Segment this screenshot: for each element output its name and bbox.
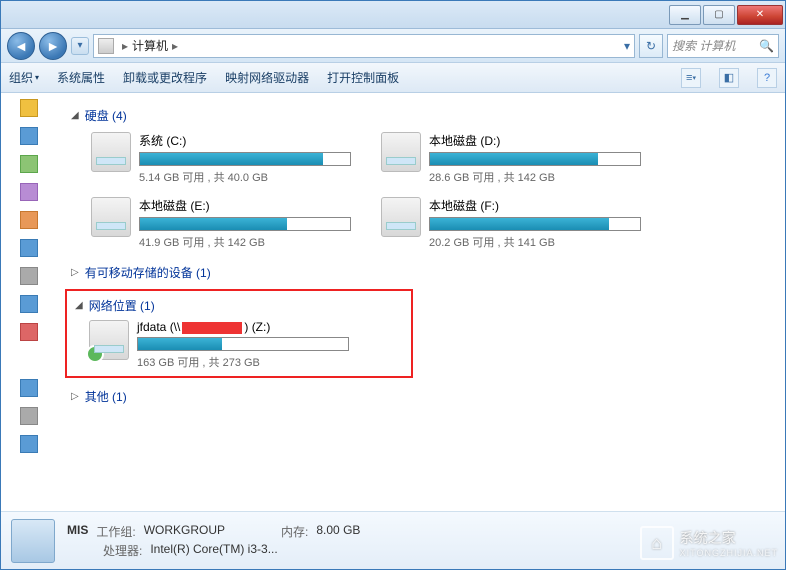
content-pane: ◢ 硬盘 (4) 系统 (C:) 5.14 GB 可用 , 共 40.0 GB …	[57, 93, 785, 511]
watermark-sub: XITONGZHIJIA.NET	[680, 548, 778, 558]
toolbar: 组织▾ 系统属性 卸载或更改程序 映射网络驱动器 打开控制面板 ≡▾ ◧ ?	[1, 63, 785, 93]
uninstall-programs-button[interactable]: 卸载或更改程序	[123, 69, 207, 86]
memory-value: 8.00 GB	[316, 523, 360, 540]
watermark: ⌂ 系统之家 XITONGZHIJIA.NET	[640, 526, 778, 560]
organize-menu[interactable]: 组织▾	[9, 69, 39, 86]
search-icon: 🔍	[759, 39, 774, 53]
system-properties-button[interactable]: 系统属性	[57, 69, 105, 86]
memory-label: 内存:	[281, 523, 308, 540]
sidebar-item[interactable]	[20, 211, 38, 229]
network-drive-z[interactable]: jfdata (\\) (Z:) 163 GB 可用 , 共 273 GB	[89, 320, 349, 370]
view-options-button[interactable]: ≡▾	[681, 68, 701, 88]
drive-d[interactable]: 本地磁盘 (D:) 28.6 GB 可用 , 共 142 GB	[381, 132, 641, 185]
drive-name: 本地磁盘 (E:)	[139, 197, 351, 214]
drive-name: 系统 (C:)	[139, 132, 351, 149]
usage-bar	[429, 152, 641, 166]
watermark-logo: ⌂	[640, 526, 674, 560]
computer-name: MIS	[67, 523, 88, 540]
section-label: 其他 (1)	[85, 388, 127, 405]
sidebar-item[interactable]	[20, 295, 38, 313]
collapse-icon: ◢	[75, 300, 83, 311]
section-header-removable[interactable]: ▷ 有可移动存储的设备 (1)	[71, 264, 771, 281]
usage-bar	[429, 217, 641, 231]
sidebar-item[interactable]	[20, 379, 38, 397]
drive-freespace: 41.9 GB 可用 , 共 142 GB	[139, 234, 351, 250]
usage-bar	[137, 337, 349, 351]
section-header-other[interactable]: ▷ 其他 (1)	[71, 388, 771, 405]
sidebar-item[interactable]	[20, 435, 38, 453]
drive-freespace: 28.6 GB 可用 , 共 142 GB	[429, 169, 641, 185]
history-dropdown[interactable]: ▾	[71, 37, 89, 55]
usage-bar	[139, 152, 351, 166]
help-button[interactable]: ?	[757, 68, 777, 88]
body: ◢ 硬盘 (4) 系统 (C:) 5.14 GB 可用 , 共 40.0 GB …	[1, 93, 785, 511]
favorites-icon[interactable]	[20, 99, 38, 117]
drive-grid: 系统 (C:) 5.14 GB 可用 , 共 40.0 GB 本地磁盘 (D:)…	[71, 132, 771, 250]
drive-name: 本地磁盘 (D:)	[429, 132, 641, 149]
address-bar[interactable]: ▸ 计算机 ▸ ▾	[93, 34, 635, 58]
drive-c[interactable]: 系统 (C:) 5.14 GB 可用 , 共 40.0 GB	[91, 132, 351, 185]
drive-icon	[91, 132, 131, 172]
drive-freespace: 20.2 GB 可用 , 共 141 GB	[429, 234, 641, 250]
section-header-hdd[interactable]: ◢ 硬盘 (4)	[71, 107, 771, 124]
drive-freespace: 163 GB 可用 , 共 273 GB	[137, 354, 349, 370]
expand-icon: ▷	[71, 267, 79, 278]
sidebar-item[interactable]	[20, 127, 38, 145]
forward-button[interactable]: ►	[39, 32, 67, 60]
sidebar-item[interactable]	[20, 407, 38, 425]
nav-pane	[1, 93, 57, 511]
navbar: ◄ ► ▾ ▸ 计算机 ▸ ▾ ↻ 搜索 计算机 🔍	[1, 29, 785, 63]
collapse-icon: ◢	[71, 110, 79, 121]
breadcrumb-root[interactable]: 计算机	[132, 37, 168, 54]
explorer-window: ▁ ▢ ✕ ◄ ► ▾ ▸ 计算机 ▸ ▾ ↻ 搜索 计算机 🔍 组织▾ 系统属…	[0, 0, 786, 570]
drive-f[interactable]: 本地磁盘 (F:) 20.2 GB 可用 , 共 141 GB	[381, 197, 641, 250]
titlebar: ▁ ▢ ✕	[1, 1, 785, 29]
address-dropdown-icon[interactable]: ▾	[624, 39, 630, 53]
section-label: 有可移动存储的设备 (1)	[85, 264, 211, 281]
computer-large-icon	[11, 519, 55, 563]
sidebar-item[interactable]	[20, 183, 38, 201]
search-placeholder: 搜索 计算机	[672, 37, 735, 54]
workgroup-label: 工作组:	[96, 523, 135, 540]
cpu-label: 处理器:	[103, 542, 142, 559]
sidebar-item[interactable]	[20, 155, 38, 173]
workgroup-value: WORKGROUP	[144, 523, 225, 540]
refresh-button[interactable]: ↻	[639, 34, 663, 58]
close-button[interactable]: ✕	[737, 5, 783, 25]
watermark-title: 系统之家	[680, 530, 736, 546]
sidebar-item[interactable]	[20, 239, 38, 257]
drive-icon	[91, 197, 131, 237]
redacted-server	[182, 322, 242, 334]
section-header-network[interactable]: ◢ 网络位置 (1)	[75, 297, 403, 314]
section-label: 硬盘 (4)	[85, 107, 127, 124]
drive-e[interactable]: 本地磁盘 (E:) 41.9 GB 可用 , 共 142 GB	[91, 197, 351, 250]
drive-name: 本地磁盘 (F:)	[429, 197, 641, 214]
section-label: 网络位置 (1)	[89, 297, 155, 314]
expand-icon: ▷	[71, 391, 79, 402]
usage-bar	[139, 217, 351, 231]
drive-name: jfdata (\\) (Z:)	[137, 320, 349, 334]
open-control-panel-button[interactable]: 打开控制面板	[327, 69, 399, 86]
drive-freespace: 5.14 GB 可用 , 共 40.0 GB	[139, 169, 351, 185]
sidebar-item[interactable]	[20, 267, 38, 285]
minimize-button[interactable]: ▁	[669, 5, 701, 25]
back-button[interactable]: ◄	[7, 32, 35, 60]
computer-icon	[98, 38, 114, 54]
drive-icon	[381, 197, 421, 237]
cpu-value: Intel(R) Core(TM) i3-3...	[150, 542, 277, 559]
map-network-drive-button[interactable]: 映射网络驱动器	[225, 69, 309, 86]
sidebar-item[interactable]	[20, 323, 38, 341]
breadcrumb-sep: ▸	[172, 39, 178, 53]
breadcrumb-sep: ▸	[122, 39, 128, 53]
preview-pane-button[interactable]: ◧	[719, 68, 739, 88]
maximize-button[interactable]: ▢	[703, 5, 735, 25]
drive-icon	[381, 132, 421, 172]
search-input[interactable]: 搜索 计算机 🔍	[667, 34, 779, 58]
network-drive-icon	[89, 320, 129, 360]
highlight-box: ◢ 网络位置 (1) jfdata (\\) (Z:) 163 GB 可用 , …	[65, 289, 413, 378]
